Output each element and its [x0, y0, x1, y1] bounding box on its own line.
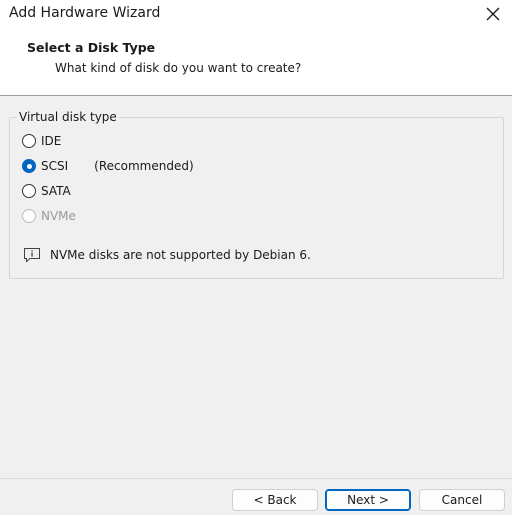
radio-scsi[interactable]: SCSI (Recommended) — [22, 157, 194, 175]
title-bar: Add Hardware Wizard — [0, 0, 512, 28]
page-title: Select a Disk Type — [27, 40, 156, 55]
radio-button-icon[interactable] — [22, 134, 36, 148]
radio-button-selected-icon[interactable] — [22, 159, 36, 173]
radio-label-sata: SATA — [41, 184, 71, 198]
radio-label-nvme: NVMe — [41, 209, 76, 223]
radio-ide[interactable]: IDE — [22, 132, 61, 150]
radio-label-scsi: SCSI — [41, 159, 69, 173]
back-button[interactable]: < Back — [232, 489, 318, 511]
info-icon — [23, 247, 41, 263]
groupbox-legend: Virtual disk type — [17, 110, 119, 124]
footer-divider — [0, 478, 512, 479]
close-button[interactable] — [480, 2, 506, 26]
next-button[interactable]: Next > — [325, 489, 411, 511]
radio-label-ide: IDE — [41, 134, 62, 148]
wizard-header: Select a Disk Type What kind of disk do … — [0, 28, 512, 96]
cancel-button[interactable]: Cancel — [419, 489, 505, 511]
info-text: NVMe disks are not supported by Debian 6… — [50, 248, 311, 262]
radio-button-disabled-icon — [22, 209, 36, 223]
info-message: NVMe disks are not supported by Debian 6… — [23, 246, 311, 264]
radio-button-icon[interactable] — [22, 184, 36, 198]
recommended-note: (Recommended) — [94, 159, 194, 173]
close-icon — [486, 7, 500, 21]
radio-sata[interactable]: SATA — [22, 182, 71, 200]
page-subtitle: What kind of disk do you want to create? — [55, 61, 302, 75]
window-title: Add Hardware Wizard — [9, 5, 161, 21]
radio-nvme: NVMe — [22, 207, 76, 225]
